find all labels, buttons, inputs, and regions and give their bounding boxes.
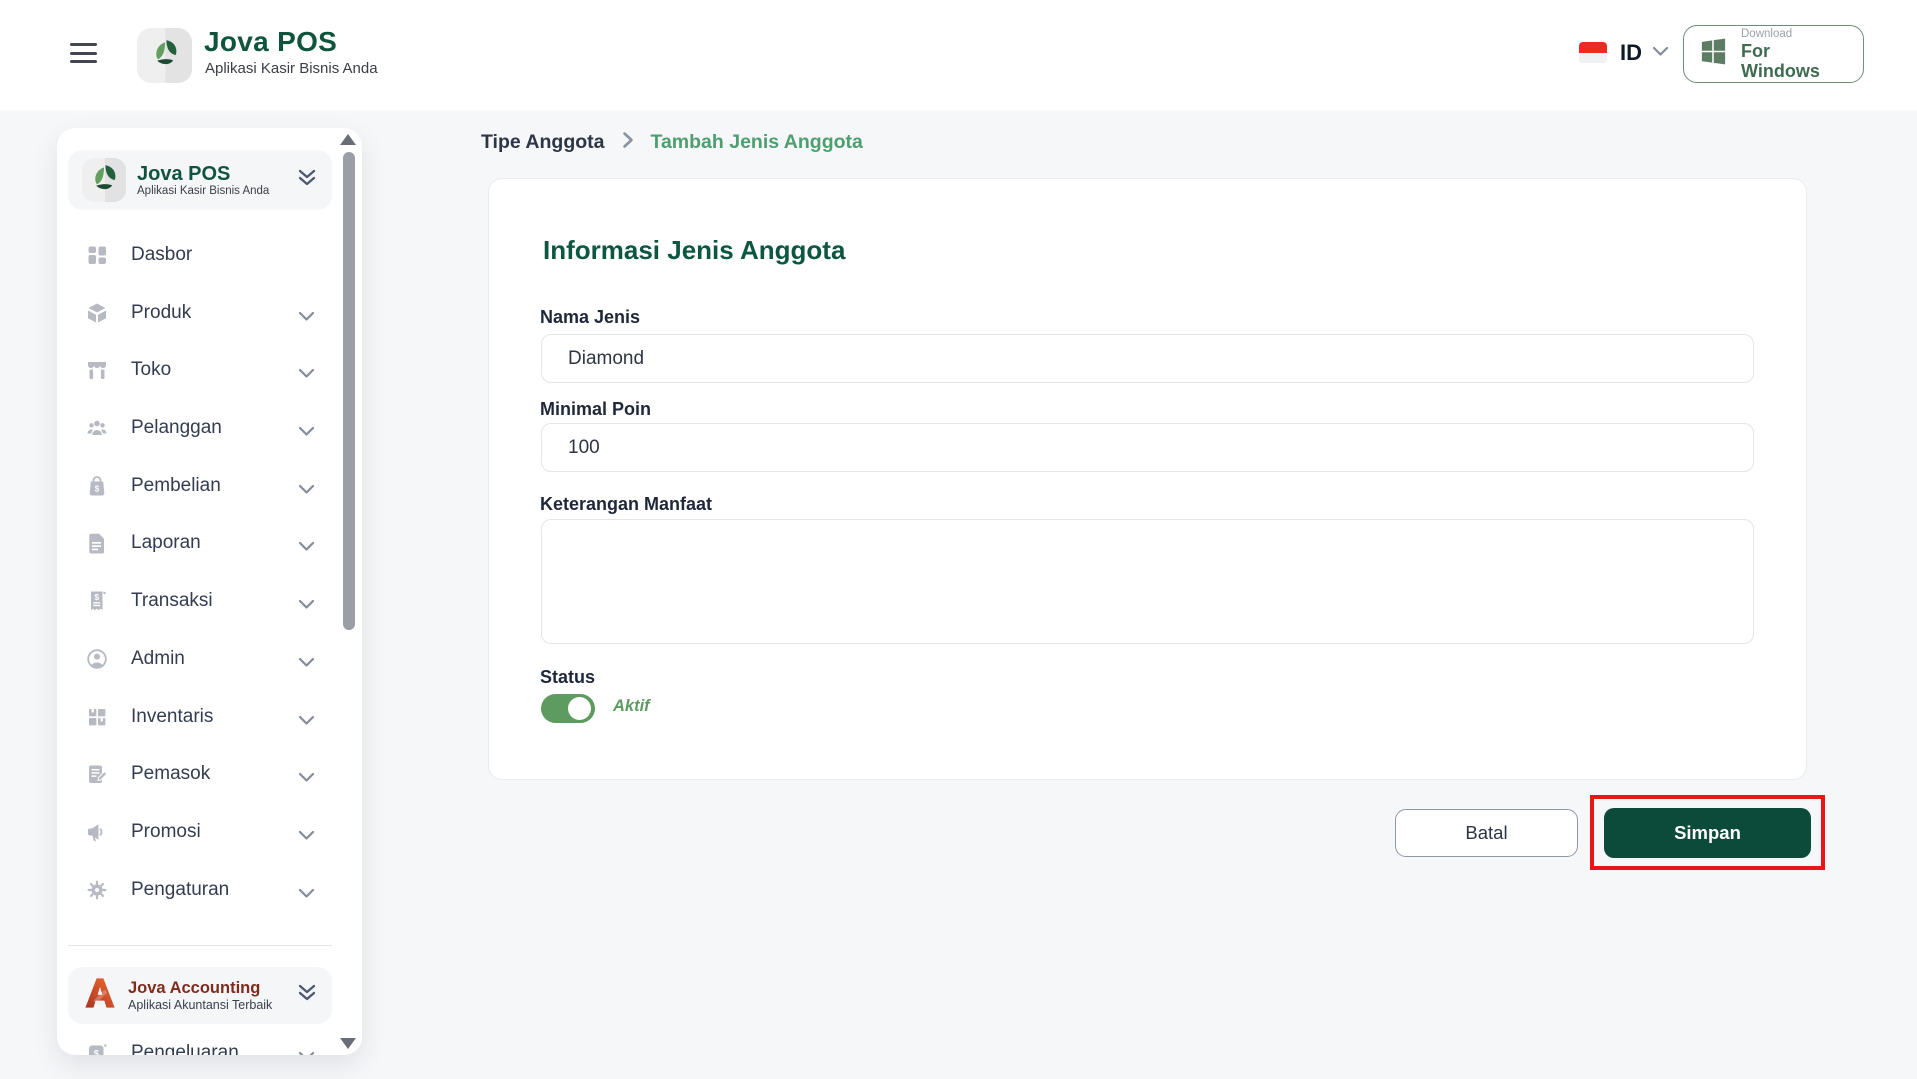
status-toggle[interactable]	[541, 694, 595, 723]
chevron-down-icon	[298, 309, 315, 327]
settings-icon	[84, 877, 110, 903]
leaf-logo-icon	[87, 161, 121, 200]
leaf-logo-icon	[148, 36, 182, 75]
sidebar-item-pelanggan[interactable]: Pelanggan	[57, 408, 349, 448]
chevron-down-icon	[298, 1049, 315, 1055]
chevron-down-icon	[298, 886, 315, 904]
sidebar-accounting-card[interactable]: Jova Accounting Aplikasi Akuntansi Terba…	[68, 967, 332, 1024]
report-icon	[84, 530, 110, 556]
form-title: Informasi Jenis Anggota	[543, 235, 846, 265]
toggle-knob	[568, 697, 591, 720]
expense-icon: $	[84, 1040, 110, 1055]
save-button[interactable]: Simpan	[1604, 807, 1811, 858]
sidebar-item-promosi[interactable]: Promosi	[57, 812, 349, 852]
chevron-down-icon	[298, 655, 315, 673]
promotion-icon	[84, 819, 110, 845]
brand-tagline: Aplikasi Kasir Bisnis Anda	[205, 60, 378, 77]
breadcrumb: Tipe Anggota Tambah Jenis Anggota	[481, 131, 863, 154]
chevron-down-icon	[298, 366, 315, 384]
chevron-right-icon	[622, 131, 634, 154]
app-root: Jova POS Aplikasi Kasir Bisnis Anda ID D…	[0, 0, 1917, 1079]
nama-jenis-input[interactable]	[541, 334, 1754, 383]
brand-logo	[137, 28, 192, 83]
svg-text:$: $	[95, 484, 100, 493]
sidebar-item-laporan[interactable]: Laporan	[57, 523, 349, 563]
sidebar-item-transaksi[interactable]: $ Transaksi	[57, 581, 349, 621]
status-label: Status	[540, 667, 596, 687]
download-for-windows-button[interactable]: Download For Windows	[1683, 25, 1864, 83]
scrollbar-thumb[interactable]	[343, 152, 355, 630]
top-header: Jova POS Aplikasi Kasir Bisnis Anda ID D…	[0, 0, 1917, 110]
member-type-form-card: Informasi Jenis Anggota Nama Jenis Minim…	[488, 178, 1807, 780]
chevron-down-icon	[298, 539, 315, 557]
indonesia-flag-icon	[1579, 42, 1607, 63]
purchase-icon: $	[84, 473, 110, 499]
svg-text:$: $	[94, 592, 99, 602]
product-icon	[84, 300, 110, 326]
chevron-down-icon	[298, 482, 315, 500]
sidebar-brand-name: Jova POS	[137, 162, 231, 185]
svg-text:$: $	[94, 1048, 99, 1055]
status-state-label: Aktif	[613, 697, 650, 715]
sidebar-item-inventaris[interactable]: Inventaris	[57, 697, 349, 737]
store-icon	[84, 357, 110, 383]
sidebar-item-pemasok[interactable]: Pemasok	[57, 754, 349, 794]
double-chevron-down-icon	[296, 168, 318, 193]
chevron-down-icon	[298, 828, 315, 846]
scrollbar-down-arrow[interactable]	[340, 1038, 356, 1049]
keterangan-manfaat-label: Keterangan Manfaat	[540, 494, 713, 514]
download-label: For Windows	[1741, 41, 1820, 81]
chevron-down-icon	[298, 713, 315, 731]
dashboard-icon	[84, 242, 110, 268]
breadcrumb-parent[interactable]: Tipe Anggota	[481, 131, 605, 154]
chevron-down-icon	[298, 770, 315, 788]
chevron-down-icon	[298, 424, 315, 442]
cancel-button[interactable]: Batal	[1395, 809, 1578, 857]
accounting-tagline: Aplikasi Akuntansi Terbaik	[128, 997, 273, 1012]
sidebar-item-pembelian[interactable]: $ Pembelian	[57, 466, 349, 506]
double-chevron-down-icon	[296, 983, 318, 1008]
brand-name: Jova POS	[204, 26, 338, 57]
sidebar-item-admin[interactable]: Admin	[57, 639, 349, 679]
jova-accounting-logo-icon	[82, 975, 118, 1016]
language-selector[interactable]: ID	[1620, 40, 1669, 66]
sidebar: Jova POS Aplikasi Kasir Bisnis Anda Dasb…	[57, 128, 362, 1055]
inventory-icon	[84, 704, 110, 730]
sidebar-brand-tagline: Aplikasi Kasir Bisnis Anda	[137, 184, 270, 197]
sidebar-divider	[68, 945, 332, 946]
sidebar-item-dasbor[interactable]: Dasbor	[57, 235, 349, 275]
scrollbar-up-arrow[interactable]	[340, 134, 356, 145]
chevron-down-icon	[1652, 44, 1669, 62]
minimal-poin-label: Minimal Poin	[540, 399, 652, 419]
sidebar-menu: Dasbor Produk Toko Pelanggan $ Pembelian	[57, 235, 349, 927]
accounting-name: Jova Accounting	[128, 978, 261, 997]
customers-icon	[84, 415, 110, 441]
keterangan-manfaat-textarea[interactable]	[541, 519, 1754, 644]
sidebar-item-pengeluaran[interactable]: $ Pengeluaran	[57, 1033, 349, 1055]
annotation-highlight-box: Simpan	[1590, 795, 1825, 870]
minimal-poin-input[interactable]	[541, 423, 1754, 472]
sidebar-item-produk[interactable]: Produk	[57, 293, 349, 333]
breadcrumb-current: Tambah Jenis Anggota	[650, 131, 863, 153]
windows-logo-icon	[1698, 36, 1729, 72]
download-eyebrow: Download	[1741, 28, 1793, 40]
supplier-icon	[84, 761, 110, 787]
hamburger-menu-icon[interactable]	[70, 43, 98, 67]
nama-jenis-label: Nama Jenis	[540, 307, 641, 327]
chevron-down-icon	[298, 597, 315, 615]
sidebar-brand-card[interactable]: Jova POS Aplikasi Kasir Bisnis Anda	[68, 150, 332, 210]
transaction-icon: $	[84, 588, 110, 614]
sidebar-brand-logo	[82, 158, 126, 202]
language-code: ID	[1620, 40, 1642, 65]
sidebar-item-toko[interactable]: Toko	[57, 350, 349, 390]
admin-icon	[84, 646, 110, 672]
sidebar-item-pengaturan[interactable]: Pengaturan	[57, 870, 349, 910]
